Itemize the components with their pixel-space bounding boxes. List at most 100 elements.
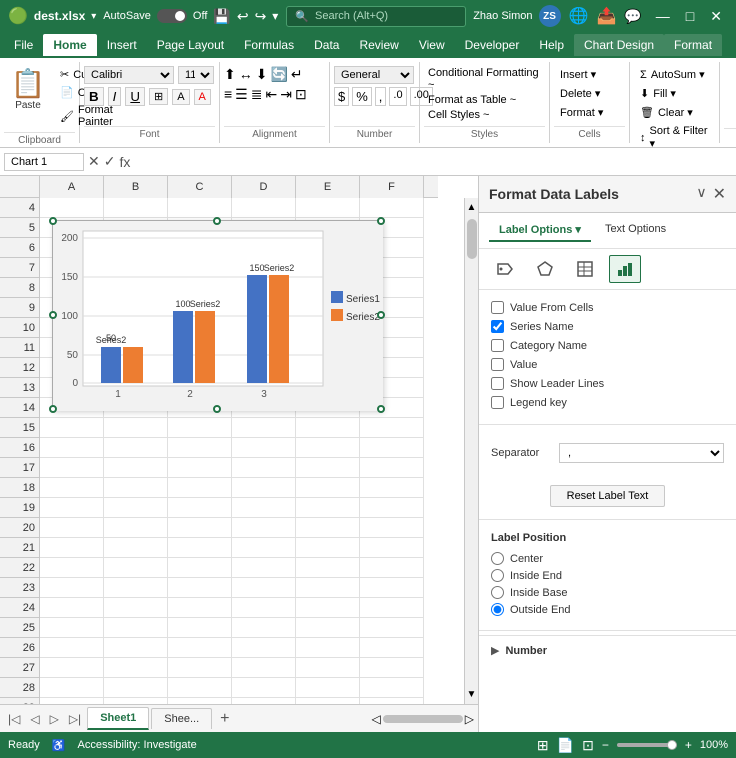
cell-d28[interactable] [232,678,296,698]
row-header-21[interactable]: 21 [0,538,40,558]
cell-d17[interactable] [232,458,296,478]
row-header-8[interactable]: 8 [0,278,40,298]
cell-f24[interactable] [360,598,424,618]
series-name-checkbox[interactable] [491,320,504,333]
cell-f28[interactable] [360,678,424,698]
cell-c24[interactable] [168,598,232,618]
cell-c27[interactable] [168,658,232,678]
row-header-23[interactable]: 23 [0,578,40,598]
cell-d18[interactable] [232,478,296,498]
handle-top[interactable] [213,217,221,225]
row-header-4[interactable]: 4 [0,198,40,218]
tab-home[interactable]: Home [43,34,96,56]
cell-a29[interactable] [40,698,104,704]
tab-chart-design[interactable]: Chart Design [574,34,664,56]
cell-f18[interactable] [360,478,424,498]
cell-d27[interactable] [232,658,296,678]
merge-icon[interactable]: ⊡ [295,86,307,103]
wrap-text-icon[interactable]: ↵ [291,66,303,83]
accessibility-icon[interactable]: ♿ [52,739,66,752]
row-header-24[interactable]: 24 [0,598,40,618]
reset-label-text-button[interactable]: Reset Label Text [550,485,666,507]
cell-c4[interactable] [168,198,232,218]
cell-b4[interactable] [104,198,168,218]
sheet-nav-prev[interactable]: ◁ [26,710,43,728]
cell-d21[interactable] [232,538,296,558]
row-header-19[interactable]: 19 [0,498,40,518]
center-radio[interactable] [491,552,504,565]
inside-base-radio[interactable] [491,586,504,599]
cell-b16[interactable] [104,438,168,458]
cell-b17[interactable] [104,458,168,478]
cell-a27[interactable] [40,658,104,678]
row-header-22[interactable]: 22 [0,558,40,578]
cell-f23[interactable] [360,578,424,598]
vertical-scrollbar[interactable]: ▲ ▼ [464,198,478,704]
cell-d15[interactable] [232,418,296,438]
cell-d29[interactable] [232,698,296,704]
comments-icon[interactable]: 💬 [624,8,641,25]
font-color-icon[interactable]: A [194,89,211,105]
cell-f27[interactable] [360,658,424,678]
row-header-14[interactable]: 14 [0,398,40,418]
cell-c19[interactable] [168,498,232,518]
cell-a4[interactable] [40,198,104,218]
cell-b22[interactable] [104,558,168,578]
align-bottom-icon[interactable]: ⬇ [256,66,268,83]
tab-developer[interactable]: Developer [455,34,530,56]
sheet-nav-first[interactable]: |◁ [4,710,24,728]
h-scroll-right[interactable]: ▷ [465,712,474,726]
cell-d4[interactable] [232,198,296,218]
panel-tab-text-options[interactable]: Text Options [595,219,676,242]
align-right-icon[interactable]: ≣ [251,86,263,103]
angle-icon[interactable]: 🔄 [270,66,287,83]
search-box[interactable]: 🔍 [286,6,466,27]
row-header-28[interactable]: 28 [0,678,40,698]
cell-b15[interactable] [104,418,168,438]
cell-c22[interactable] [168,558,232,578]
cell-f22[interactable] [360,558,424,578]
cell-b27[interactable] [104,658,168,678]
row-header-11[interactable]: 11 [0,338,40,358]
col-header-e[interactable]: E [296,176,360,198]
tab-view[interactable]: View [409,34,455,56]
font-size-select[interactable]: 11 [178,66,214,84]
conditional-formatting-button[interactable]: Conditional Formatting ~ [424,66,545,92]
cell-a18[interactable] [40,478,104,498]
cell-b29[interactable] [104,698,168,704]
cell-e17[interactable] [296,458,360,478]
more-qat-icon[interactable]: ▾ [272,9,278,23]
col-header-b[interactable]: B [104,176,168,198]
cell-b23[interactable] [104,578,168,598]
value-checkbox[interactable] [491,358,504,371]
col-header-c[interactable]: C [168,176,232,198]
col-header-f[interactable]: F [360,176,424,198]
page-layout-view-icon[interactable]: 📄 [557,737,574,754]
cell-d16[interactable] [232,438,296,458]
outside-end-radio[interactable] [491,603,504,616]
row-header-26[interactable]: 26 [0,638,40,658]
cell-styles-button[interactable]: Cell Styles ~ [424,108,493,122]
confirm-formula-icon[interactable]: ✓ [104,153,116,170]
tab-format[interactable]: Format [664,34,722,56]
h-scroll-left[interactable]: ◁ [372,712,381,726]
row-header-7[interactable]: 7 [0,258,40,278]
number-format-select[interactable]: General [334,66,414,84]
sheet-nav-next[interactable]: ▷ [46,710,63,728]
tab-file[interactable]: File [4,34,43,56]
chart[interactable]: 200 150 100 50 0 [52,220,382,410]
row-header-20[interactable]: 20 [0,518,40,538]
cell-b24[interactable] [104,598,168,618]
share-icon[interactable]: 📤 [596,6,616,26]
tab-help[interactable]: Help [529,34,574,56]
cell-c17[interactable] [168,458,232,478]
row-header-10[interactable]: 10 [0,318,40,338]
handle-bottom-left[interactable] [49,405,57,413]
align-center-icon[interactable]: ☰ [235,86,248,103]
cell-e4[interactable] [296,198,360,218]
cell-c16[interactable] [168,438,232,458]
cell-a20[interactable] [40,518,104,538]
handle-top-left[interactable] [49,217,57,225]
row-header-16[interactable]: 16 [0,438,40,458]
cell-a15[interactable] [40,418,104,438]
